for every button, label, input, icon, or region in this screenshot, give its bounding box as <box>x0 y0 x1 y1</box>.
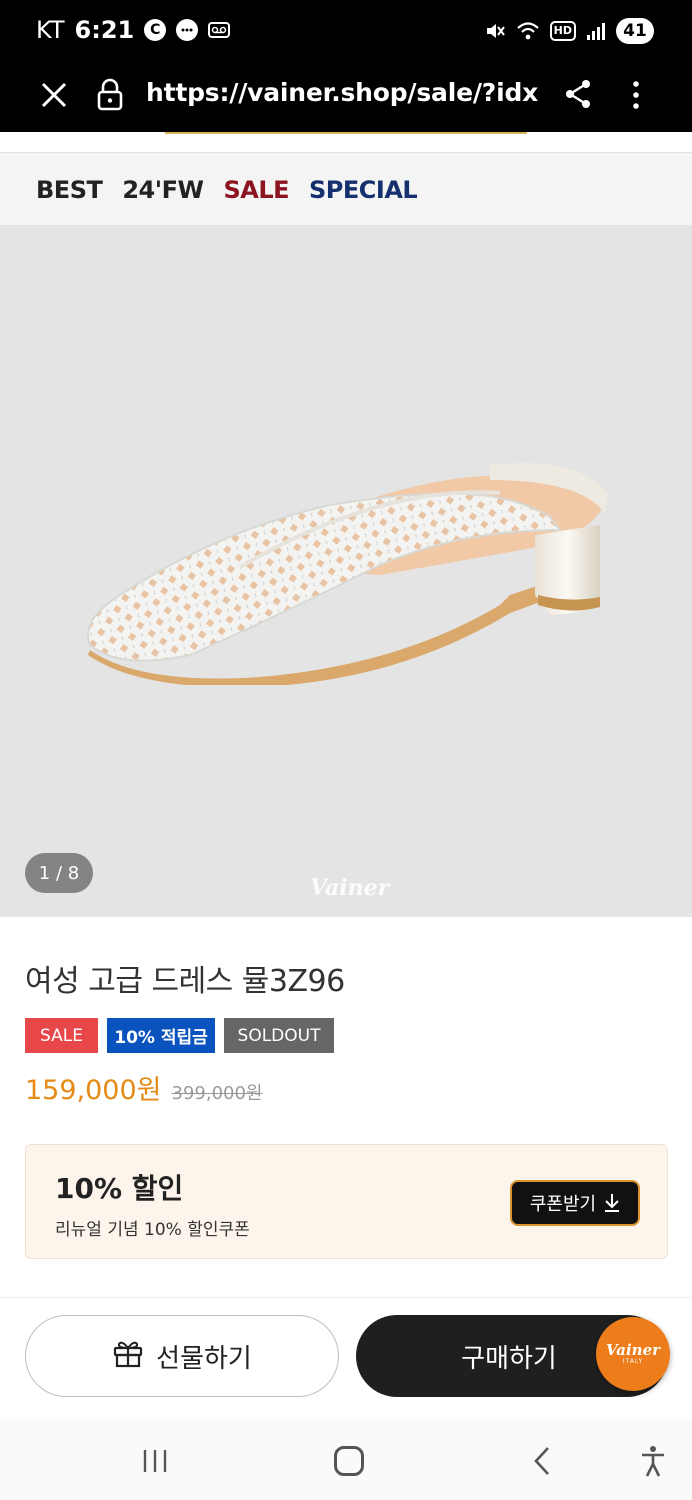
clock: 6:21 <box>74 16 135 44</box>
coupon-description: 리뉴얼 기념 10% 할인쿠폰 <box>55 1220 250 1240</box>
status-bar: KT 6:21 C HD 41 <box>0 0 692 62</box>
brand-logo-subtext: ITALY <box>622 1358 644 1365</box>
sale-badge: SALE <box>25 1018 98 1053</box>
nav-item-24fw[interactable]: 24'FW <box>122 176 204 204</box>
product-badges: SALE 10% 적립금 SOLDOUT <box>25 1018 334 1053</box>
product-title: 여성 고급 드레스 뮬3Z96 <box>25 964 345 999</box>
status-left: KT 6:21 C <box>36 16 231 44</box>
buy-button-label: 구매하기 <box>461 1343 557 1374</box>
system-navigation-bar <box>0 1419 692 1500</box>
coupon-card: 10% 할인 리뉴얼 기념 10% 할인쿠폰 쿠폰받기 <box>25 1144 668 1259</box>
sale-price: 159,000원 <box>25 1075 162 1106</box>
recent-apps-icon[interactable] <box>142 1449 168 1473</box>
close-icon[interactable] <box>38 79 70 111</box>
nav-item-special[interactable]: SPECIAL <box>309 176 418 204</box>
signal-icon <box>586 21 606 41</box>
c-app-icon: C <box>144 19 167 41</box>
gift-icon <box>112 1338 144 1375</box>
nav-item-best[interactable]: BEST <box>36 176 103 204</box>
mute-icon <box>484 20 506 42</box>
coupon-button-label: 쿠폰받기 <box>529 1194 597 1215</box>
more-menu-icon[interactable] <box>628 78 644 112</box>
product-image-gallery[interactable]: 1 / 8 Vainer <box>0 225 692 917</box>
gallery-page-indicator: 1 / 8 <box>25 853 93 893</box>
wifi-icon <box>516 21 540 41</box>
hd-voice-icon: HD <box>549 21 576 41</box>
brand-floating-button[interactable]: Vainer ITALY <box>596 1317 670 1391</box>
home-icon[interactable] <box>334 1446 364 1476</box>
bottom-action-bar: 선물하기 구매하기 Vainer ITALY <box>0 1297 692 1419</box>
coupon-title: 10% 할인 <box>55 1172 184 1205</box>
original-price: 399,000원 <box>171 1083 263 1104</box>
gift-button[interactable]: 선물하기 <box>25 1315 339 1397</box>
lock-icon[interactable] <box>96 78 124 112</box>
brand-logo-text: Vainer <box>605 1341 661 1359</box>
nav-item-sale[interactable]: SALE <box>223 176 289 204</box>
points-badge: 10% 적립금 <box>107 1018 215 1053</box>
chat-notification-icon <box>176 19 199 41</box>
page-header-strip <box>0 132 692 154</box>
url-text[interactable]: https://vainer.shop/sale/?idx=14 <box>146 78 538 114</box>
carrier-label: KT <box>36 16 65 44</box>
soldout-badge: SOLDOUT <box>224 1018 334 1053</box>
back-icon[interactable] <box>532 1446 552 1476</box>
product-shoe-image <box>87 463 608 685</box>
accessibility-icon[interactable] <box>640 1445 666 1477</box>
category-nav: BEST 24'FW SALE SPECIAL <box>0 155 692 225</box>
download-arrow-icon <box>604 1193 620 1213</box>
header-accent-line <box>165 132 527 134</box>
price-row: 159,000원 399,000원 <box>25 1068 263 1107</box>
coupon-download-button[interactable]: 쿠폰받기 <box>510 1180 640 1226</box>
battery-level: 41 <box>616 18 654 44</box>
gift-button-label: 선물하기 <box>156 1343 252 1374</box>
status-right: HD 41 <box>484 18 654 44</box>
brand-watermark: Vainer <box>310 875 390 901</box>
browser-url-bar: https://vainer.shop/sale/?idx=14 <box>0 62 692 132</box>
voicemail-icon <box>208 22 231 38</box>
share-icon[interactable] <box>562 77 594 111</box>
